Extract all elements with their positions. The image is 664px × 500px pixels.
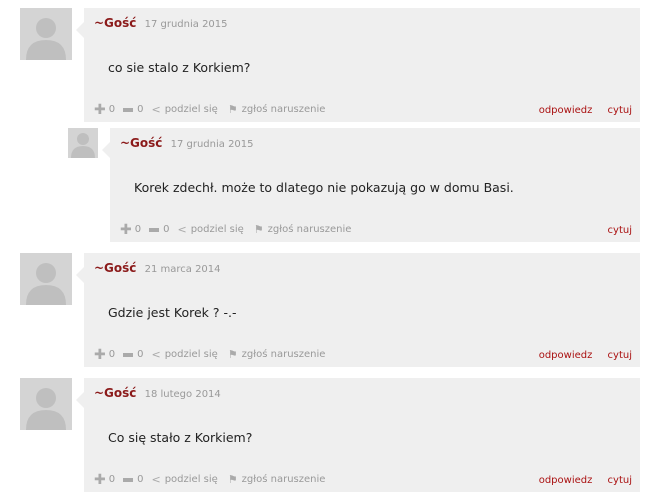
avatar: [68, 128, 98, 158]
report-link[interactable]: zgłoś naruszenie: [268, 224, 352, 235]
share-link[interactable]: podziel się: [165, 104, 218, 115]
reply-link[interactable]: odpowiedz: [539, 350, 593, 361]
report-link[interactable]: zgłoś naruszenie: [242, 474, 326, 485]
comment-date: 18 lutego 2014: [144, 389, 221, 400]
comment-author[interactable]: ~Gość: [94, 16, 136, 30]
flag-icon: ⚑: [227, 473, 238, 486]
plus-count: 0: [108, 104, 116, 115]
reply-link[interactable]: odpowiedz: [539, 105, 593, 116]
flag-icon: ⚑: [227, 348, 238, 361]
comment-text: Korek zdechł. może to dlatego nie pokazu…: [134, 180, 514, 195]
comment-actions: ✚ 0 0 < podziel się ⚑ zgłoś naruszenie: [120, 223, 352, 237]
avatar: [20, 378, 72, 430]
share-link[interactable]: podziel się: [191, 224, 244, 235]
share-link[interactable]: podziel się: [165, 349, 218, 360]
reply-link[interactable]: odpowiedz: [539, 475, 593, 486]
share-icon: <: [151, 348, 161, 361]
plus-icon[interactable]: ✚: [94, 473, 106, 487]
comment-date: 21 marca 2014: [144, 264, 221, 275]
comment-author[interactable]: ~Gość: [120, 136, 162, 150]
plus-count: 0: [108, 349, 116, 360]
minus-icon[interactable]: [149, 227, 160, 232]
user-silhouette-icon: [26, 263, 66, 305]
flag-icon: ⚑: [227, 103, 238, 116]
minus-icon[interactable]: [123, 352, 134, 357]
avatar: [20, 8, 72, 60]
minus-count: 0: [137, 474, 144, 485]
user-silhouette-icon: [26, 18, 66, 60]
comment-text: Co się stało z Korkiem?: [108, 430, 253, 445]
comment-actions: ✚ 0 0 < podziel się ⚑ zgłoś naruszenie: [94, 473, 326, 487]
comment: ~Gość 17 grudnia 2015 co sie stalo z Kor…: [76, 8, 640, 122]
quote-link[interactable]: cytuj: [608, 475, 632, 486]
comment-text: co sie stalo z Korkiem?: [108, 60, 251, 75]
report-link[interactable]: zgłoś naruszenie: [242, 104, 326, 115]
comment-actions: ✚ 0 0 < podziel się ⚑ zgłoś naruszenie: [94, 103, 326, 117]
plus-icon[interactable]: ✚: [94, 348, 106, 362]
share-icon: <: [177, 223, 187, 236]
comment-reply: ~Gość 17 grudnia 2015 Korek zdechł. może…: [102, 128, 640, 242]
comment-text: Gdzie jest Korek ? -.-: [108, 305, 237, 320]
plus-count: 0: [108, 474, 116, 485]
user-silhouette-icon: [26, 388, 66, 430]
comment-header: ~Gość 17 grudnia 2015: [120, 136, 254, 150]
comment-right-actions: odpowiedz cytuj: [539, 105, 632, 116]
comment-right-actions: cytuj: [608, 225, 632, 236]
comment-author[interactable]: ~Gość: [94, 261, 136, 275]
comment-header: ~Gość 17 grudnia 2015: [94, 16, 228, 30]
comment: ~Gość 18 lutego 2014 Co się stało z Kork…: [76, 378, 640, 492]
minus-count: 0: [163, 224, 170, 235]
minus-icon[interactable]: [123, 477, 134, 482]
minus-count: 0: [137, 104, 144, 115]
comment-right-actions: odpowiedz cytuj: [539, 350, 632, 361]
comment-header: ~Gość 21 marca 2014: [94, 261, 221, 275]
comment-actions: ✚ 0 0 < podziel się ⚑ zgłoś naruszenie: [94, 348, 326, 362]
plus-icon[interactable]: ✚: [94, 103, 106, 117]
comment-right-actions: odpowiedz cytuj: [539, 475, 632, 486]
comment-author[interactable]: ~Gość: [94, 386, 136, 400]
plus-count: 0: [134, 224, 142, 235]
comment-date: 17 grudnia 2015: [170, 139, 254, 150]
user-silhouette-icon: [71, 133, 95, 158]
avatar: [20, 253, 72, 305]
comment: ~Gość 21 marca 2014 Gdzie jest Korek ? -…: [76, 253, 640, 367]
quote-link[interactable]: cytuj: [608, 105, 632, 116]
comment-date: 17 grudnia 2015: [144, 19, 228, 30]
quote-link[interactable]: cytuj: [608, 225, 632, 236]
flag-icon: ⚑: [253, 223, 264, 236]
plus-icon[interactable]: ✚: [120, 223, 132, 237]
share-icon: <: [151, 473, 161, 486]
minus-icon[interactable]: [123, 107, 134, 112]
minus-count: 0: [137, 349, 144, 360]
share-link[interactable]: podziel się: [165, 474, 218, 485]
quote-link[interactable]: cytuj: [608, 350, 632, 361]
share-icon: <: [151, 103, 161, 116]
report-link[interactable]: zgłoś naruszenie: [242, 349, 326, 360]
comment-header: ~Gość 18 lutego 2014: [94, 386, 221, 400]
